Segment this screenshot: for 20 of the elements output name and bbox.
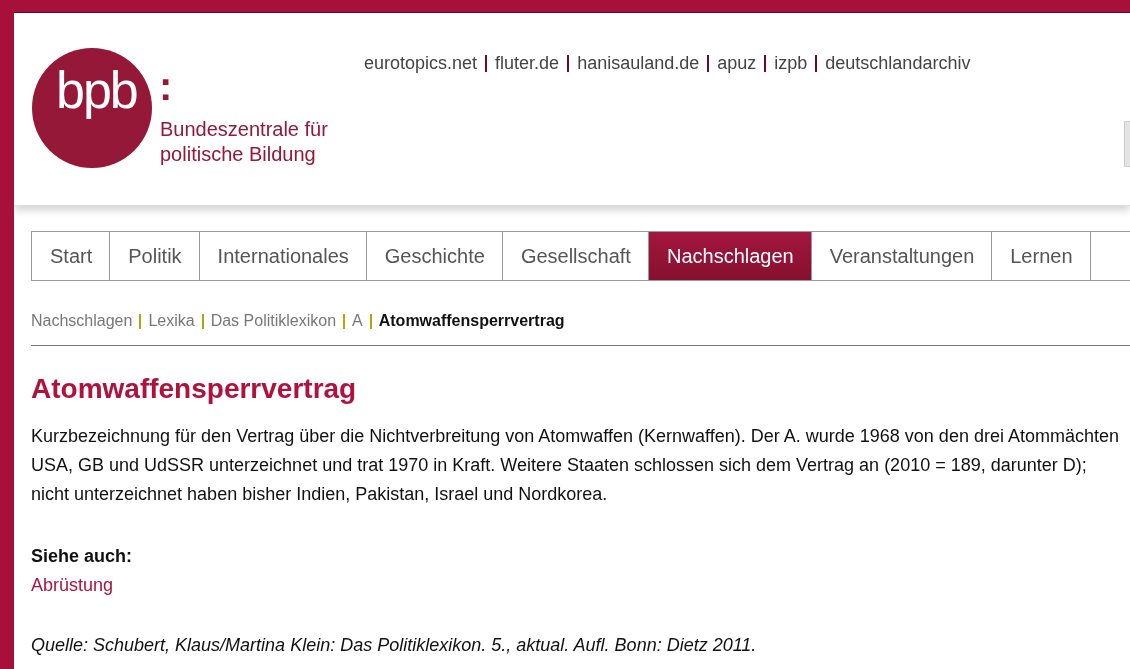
top-link[interactable]: hanisauland.de xyxy=(577,52,700,74)
top-link[interactable]: izpb xyxy=(774,52,808,74)
breadcrumb-current: Atomwaffensperrvertrag xyxy=(378,312,565,330)
see-also-link[interactable]: Abrüstung xyxy=(31,571,114,600)
article-title: Atomwaffensperrvertrag xyxy=(31,372,358,406)
top-link[interactable]: deutschlandarchiv xyxy=(825,52,971,74)
breadcrumb-link[interactable]: Nachschlagen xyxy=(31,312,133,330)
logo-tagline: Bundeszentrale für politische Bildung xyxy=(160,117,328,167)
breadcrumb-link[interactable]: A xyxy=(352,312,363,330)
breadcrumb-link[interactable]: Lexika xyxy=(148,312,195,330)
logo-mark: bpb xyxy=(56,60,137,120)
top-link[interactable]: eurotopics.net xyxy=(364,52,478,74)
breadcrumb-link[interactable]: Das Politiklexikon xyxy=(210,312,337,330)
see-also-label: Siehe auch: xyxy=(31,545,134,568)
logo-colon: : xyxy=(159,63,173,110)
top-link[interactable]: apuz xyxy=(717,52,757,74)
source-citation: Quelle: Schubert, Klaus/Martina Klein: Das Politiklexikon. 5., aktual. Aufl. Bonn: Dietz 2011. xyxy=(31,634,758,657)
article-body: Kurzbezeichnung für den Vertrag über die Nichtverbreitung von Atomwaffen (Kernwaffen). Der A. wurde 1968 von den drei Atommächten USA, GB und UdSSR unterzeichnet und trat 1970 in Kraft. Weitere Staaten schlossen sich dem Vertrag an (2010 = 189, darunter D); nicht unterzeichnet haben bisher Indien, Pakistan, Israel und Nordkorea. xyxy=(31,425,1120,506)
top-link[interactable]: fluter.de xyxy=(495,52,560,74)
nav-tab[interactable]: Nachschlagen xyxy=(648,232,812,280)
